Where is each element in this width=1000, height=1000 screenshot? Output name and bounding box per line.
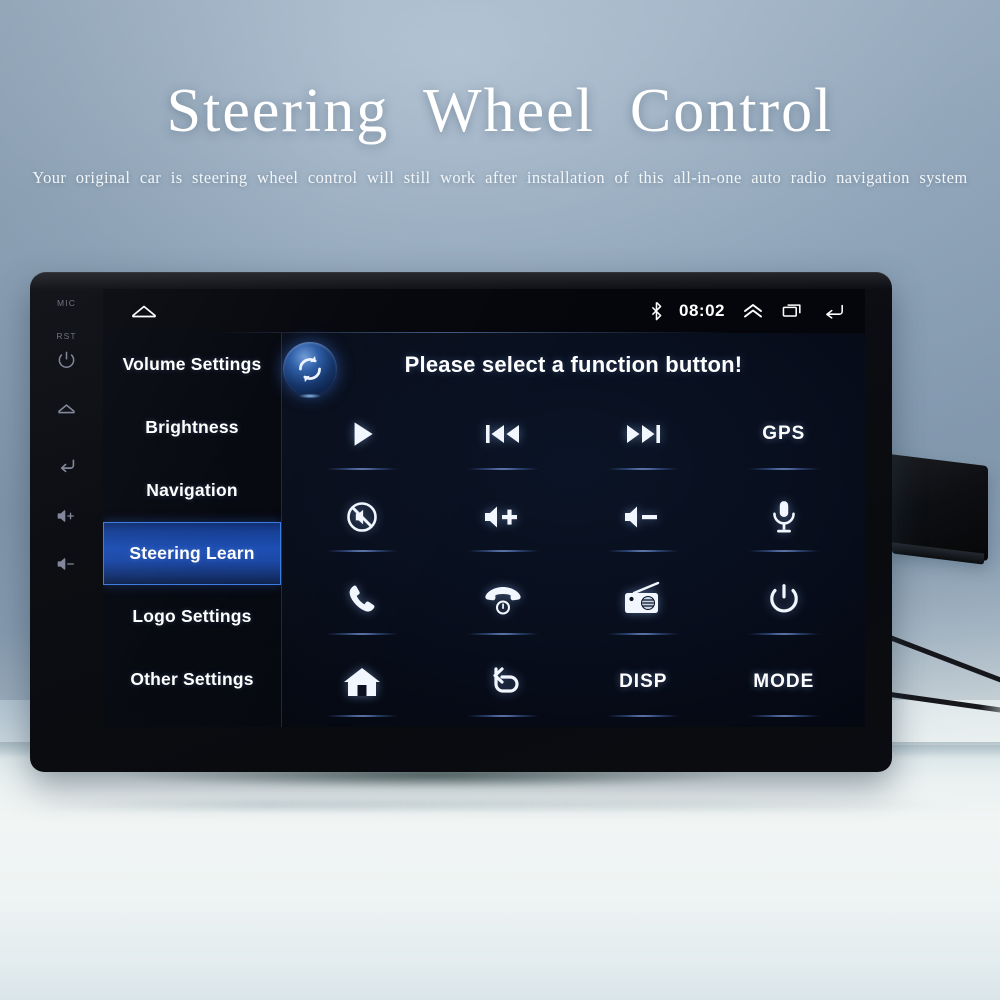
return-arrow-icon — [485, 659, 521, 705]
button-underline — [606, 550, 681, 552]
back-arrow-icon[interactable] — [821, 301, 847, 321]
button-underline — [465, 467, 540, 470]
button-underline — [465, 715, 540, 717]
button-underline — [746, 632, 821, 635]
previous-track-icon — [483, 411, 523, 457]
button-underline — [325, 632, 400, 635]
function-button-previous[interactable] — [433, 393, 574, 476]
play-icon — [345, 411, 379, 457]
home-icon — [343, 659, 381, 705]
sidebar-item-label: Volume Settings — [122, 354, 262, 374]
bezel-volume-down-button[interactable] — [30, 555, 103, 573]
button-underline — [606, 715, 681, 717]
button-underline — [325, 550, 400, 552]
button-underline — [325, 715, 400, 717]
function-button-return[interactable] — [433, 641, 574, 724]
button-underline — [465, 550, 540, 552]
function-button-play[interactable] — [292, 393, 433, 476]
function-button-disp[interactable]: DISP — [573, 641, 714, 724]
sidebar-item-label: Steering Learn — [129, 543, 255, 563]
recent-apps-icon[interactable] — [781, 301, 805, 321]
double-chevron-up-icon[interactable] — [741, 302, 765, 320]
button-underline — [746, 715, 821, 717]
statusbar-clock: 08:02 — [679, 301, 725, 320]
function-button-label: DISP — [619, 670, 668, 692]
sidebar-item-other-settings[interactable]: Other Settings — [103, 648, 281, 711]
power-icon — [58, 351, 75, 368]
volume-up-icon — [57, 510, 74, 522]
function-button-mute[interactable] — [292, 476, 433, 559]
function-button-volume-down[interactable] — [573, 476, 714, 559]
function-button-phone-answer[interactable] — [292, 558, 433, 641]
function-button-volume-up[interactable] — [433, 476, 574, 559]
function-button-home[interactable] — [292, 641, 433, 724]
volume-down-icon — [57, 558, 74, 570]
button-underline — [746, 550, 821, 552]
function-button-power[interactable] — [714, 558, 855, 641]
page-subtitle: Your original car is steering wheel cont… — [32, 168, 968, 187]
function-button-mode[interactable]: MODE — [714, 641, 855, 724]
function-button-radio[interactable] — [573, 558, 714, 641]
left-bezel: MIC RST — [30, 272, 103, 772]
sidebar-item-brightness[interactable]: Brightness — [103, 396, 281, 459]
function-button-phone-hangup[interactable] — [433, 558, 574, 641]
phone-answer-icon — [345, 576, 379, 622]
mute-icon — [344, 494, 380, 540]
function-button-label: MODE — [753, 670, 815, 692]
statusbar-right-group: 08:02 — [650, 289, 847, 333]
bezel-volume-up-button[interactable] — [30, 507, 103, 525]
next-track-icon — [623, 411, 663, 457]
android-status-bar: 08:02 — [103, 289, 865, 333]
back-arrow-icon — [60, 459, 74, 473]
sidebar-item-label: Other Settings — [130, 669, 254, 689]
function-button-microphone[interactable] — [714, 476, 855, 559]
panel-header: Please select a function button! — [282, 333, 865, 399]
bluetooth-icon — [651, 301, 662, 321]
function-button-next[interactable] — [573, 393, 714, 476]
sidebar-item-volume-settings[interactable]: Volume Settings — [103, 333, 281, 396]
bezel-back-button[interactable] — [30, 453, 103, 475]
sidebar-item-steering-learn[interactable]: Steering Learn — [103, 522, 281, 585]
sidebar-item-label: Brightness — [145, 417, 239, 437]
button-underline — [325, 467, 400, 470]
power-icon — [767, 576, 801, 622]
home-icon — [132, 305, 156, 318]
statusbar-home-button[interactable] — [130, 301, 158, 326]
antenna-cable-segment — [875, 690, 1000, 716]
radio-icon — [622, 576, 664, 622]
steering-learn-panel: Please select a function button! GPS DIS… — [282, 333, 865, 727]
button-underline — [465, 632, 540, 635]
volume-down-icon — [622, 494, 664, 540]
touchscreen[interactable]: 08:02 Volume Settings Brightness Navigat… — [103, 289, 865, 727]
microphone-icon — [769, 494, 799, 540]
sidebar-item-logo-settings[interactable]: Logo Settings — [103, 585, 281, 648]
button-underline — [606, 632, 681, 635]
home-icon — [58, 404, 75, 414]
function-button-grid: GPS DISP MODE — [292, 393, 854, 723]
page-title: Steering Wheel Control — [166, 77, 834, 145]
sidebar-item-navigation[interactable]: Navigation — [103, 459, 281, 522]
button-underline — [606, 467, 681, 470]
bezel-power-button[interactable] — [30, 350, 103, 369]
function-button-gps[interactable]: GPS — [714, 393, 855, 476]
phone-hangup-icon — [483, 576, 523, 622]
car-head-unit: MIC RST 08:02 Volume Settings Brightness… — [30, 272, 892, 772]
bezel-gloss — [30, 272, 892, 290]
sidebar-item-label: Navigation — [146, 480, 238, 500]
volume-up-icon — [482, 494, 524, 540]
settings-screen: Volume Settings Brightness Navigation St… — [103, 333, 865, 727]
sidebar-item-label: Logo Settings — [132, 606, 252, 626]
product-banner-scene: Steering Wheel Control Your original car… — [0, 0, 1000, 1000]
reset-label: RST — [56, 331, 77, 341]
bezel-home-button[interactable] — [30, 399, 103, 420]
panel-instruction-text: Please select a function button! — [404, 352, 743, 377]
function-button-label: GPS — [762, 423, 806, 445]
button-underline — [746, 467, 821, 470]
table-reflection-streak — [30, 800, 970, 810]
mic-label: MIC — [57, 298, 76, 308]
settings-sidebar: Volume Settings Brightness Navigation St… — [103, 333, 282, 727]
